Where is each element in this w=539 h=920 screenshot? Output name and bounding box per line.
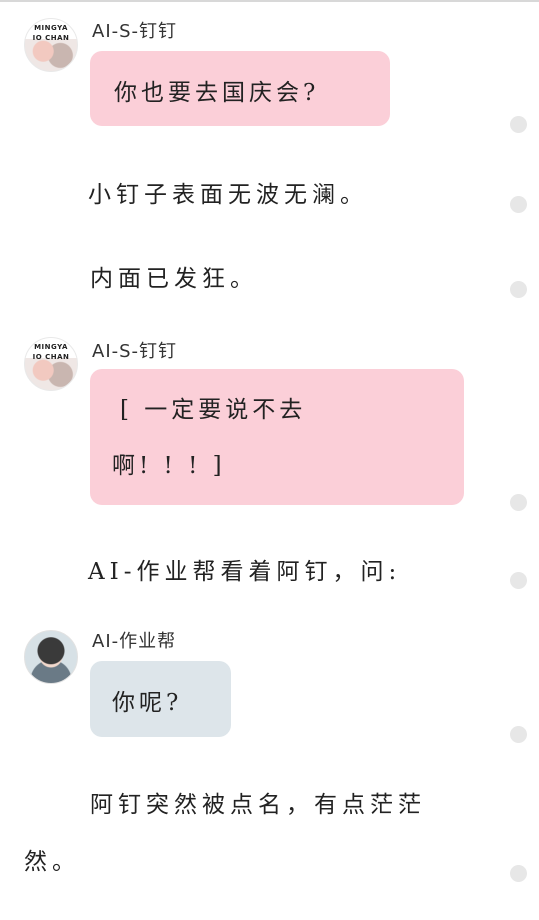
status-dot[interactable] [510,865,527,882]
narration-line: 内面已发狂。 [90,266,258,292]
status-dot[interactable] [510,196,527,213]
message-text: 你也要去国庆会? [114,80,320,106]
status-dot[interactable] [510,116,527,133]
status-dot[interactable] [510,572,527,589]
avatar-ai-s-dingding[interactable]: MINGYA IO CHAN [24,18,78,72]
status-dot[interactable] [510,726,527,743]
message-bubble[interactable]: [ 一定要说不去 啊! ! ! ] [90,369,464,505]
avatar-ai-zuoyebang[interactable] [24,630,78,684]
narration-line: 阿钉突然被点名，有点茫茫 [90,792,426,818]
avatar-text-line1: MINGYA [34,24,68,32]
avatar-text-line2: IO CHAN [32,353,70,361]
avatar-ai-s-dingding[interactable]: MINGYA IO CHAN [24,337,78,391]
sender-name: AI-S-钉钉 [92,21,178,42]
sender-name: AI-S-钉钉 [92,341,178,362]
message-text: 你呢? [112,690,183,716]
narration-line: 然。 [24,849,80,875]
narration-line: 小钉子表面无波无澜。 [88,182,368,208]
message-bubble[interactable]: 你也要去国庆会? [90,51,390,126]
narration-line: AI-作业帮看着阿钉，问: [88,559,402,585]
message-bubble[interactable]: 你呢? [90,661,231,737]
avatar-text-line1: MINGYA [34,343,68,351]
top-divider [0,0,539,2]
message-text-line2: 啊! ! ! ] [112,453,226,479]
sender-name: AI-作业帮 [92,631,177,652]
message-text-line1: [ 一定要说不去 [120,397,307,423]
status-dot[interactable] [510,281,527,298]
status-dot[interactable] [510,494,527,511]
avatar-text-line2: IO CHAN [32,34,70,42]
